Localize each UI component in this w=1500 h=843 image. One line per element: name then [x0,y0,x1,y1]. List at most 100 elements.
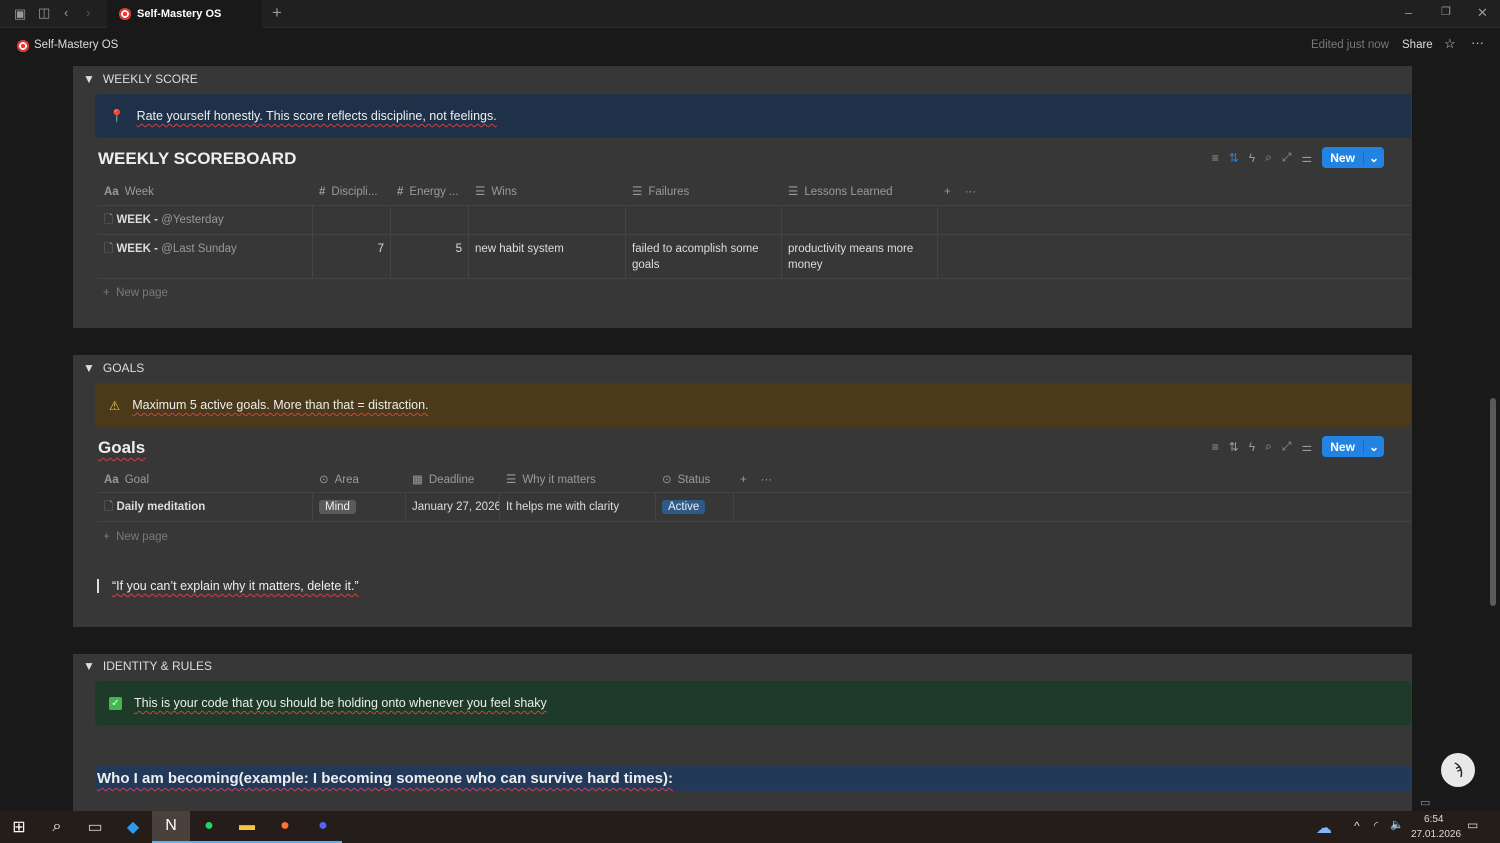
filter-icon[interactable]: ≡ [1212,440,1219,454]
scrollbar[interactable] [1490,398,1496,606]
notifications-icon[interactable]: ▭ [1467,818,1478,832]
discord-icon[interactable]: ● [304,811,342,843]
more-icon[interactable]: ··· [965,184,977,200]
col-failures[interactable]: ☰ Failures [626,178,782,205]
weekly-score-section: ▼ WEEKLY SCORE 📍 Rate yourself honestly. T… [73,66,1412,328]
sort-icon[interactable]: ⇅ [1229,151,1239,165]
chevron-down-icon[interactable]: ⌄ [1362,150,1384,165]
wifi-icon[interactable]: ◜ [1374,819,1378,832]
clock-date[interactable]: 27.01.2026 [1411,829,1461,840]
sort-icon[interactable]: ⇅ [1229,440,1239,454]
table-row[interactable]: 🗋 WEEK - @Last Sunday 7 5 new habit syst… [98,235,1411,279]
col-why[interactable]: ☰ Why it matters [500,467,656,492]
more-icon[interactable]: ··· [761,472,773,488]
new-page-button[interactable]: + New page [103,287,168,299]
page-doc-icon: 🗋 [104,501,117,513]
status-badge[interactable]: Active [662,500,706,514]
weekly-toggle[interactable]: ▼ WEEKLY SCORE [83,72,198,86]
search-icon[interactable]: ⌕ [38,811,76,843]
new-button[interactable]: New ⌄ [1322,147,1384,168]
favorite-star-icon[interactable]: ☆ [1444,36,1456,52]
more-options-icon[interactable]: ··· [1471,35,1484,50]
sidebar-toggle-icon[interactable]: ◫ [38,5,50,21]
page-topbar: Self-Mastery OS Edited just now Share ☆ … [0,28,1500,64]
page-doc-icon: 🗋 [104,214,117,226]
notion-icon[interactable]: ▣ [14,6,26,22]
settings-sliders-icon[interactable]: ⚌ [1301,151,1312,165]
text-prop-icon: ☰ [475,185,486,198]
automation-icon[interactable]: ϟ [1249,151,1255,165]
file-explorer-icon[interactable]: ▬ [228,811,266,843]
table-header: Aa Goal ⊙ Area ▦ Deadline ☰ Why it matters ⊙… [98,467,1411,493]
identity-section: ▼ IDENTITY & RULES ✓ This is your code tha… [73,654,1412,811]
col-week[interactable]: Aa Week [98,178,313,205]
text-prop-icon: ☰ [788,185,799,198]
title-prop-icon: Aa [104,185,119,198]
tray-chevron-icon[interactable]: ^ [1354,819,1360,833]
automation-icon[interactable]: ϟ [1249,440,1255,454]
target-icon [119,8,131,20]
expand-icon[interactable]: ⤢ [1282,439,1292,454]
tab-self-mastery[interactable]: Self-Mastery OS [107,0,262,28]
comment-icon[interactable]: ▭ [1420,796,1430,809]
area-tag[interactable]: Mind [319,500,356,514]
add-property-icon[interactable]: + [944,184,951,200]
table-row[interactable]: 🗋 Daily meditation Mind January 27, 2026… [98,493,1411,522]
check-mark-icon: ✓ [109,696,122,710]
goals-toggle[interactable]: ▼ GOALS [83,361,144,375]
browser-tab-bar: ▣ ◫ ‹ › Self-Mastery OS + – ❐ ✕ [0,0,1500,28]
minimize-button[interactable]: – [1405,5,1412,20]
vscode-icon[interactable]: ◆ [114,811,152,843]
db-title: WEEKLY SCOREBOARD [98,149,297,168]
toggle-triangle-icon: ▼ [83,361,95,375]
text-prop-icon: ☰ [506,473,517,486]
col-energy[interactable]: # Energy ... [391,178,469,205]
breadcrumb[interactable]: Self-Mastery OS [34,39,118,51]
volume-icon[interactable]: 🔈 [1390,818,1404,831]
col-discipline[interactable]: # Discipli... [313,178,391,205]
chevron-down-icon[interactable]: ⌄ [1362,439,1384,454]
toggle-triangle-icon: ▼ [83,72,95,86]
warning-icon: ⚠ [109,398,121,413]
table-row[interactable]: 🗋 WEEK - @Yesterday [98,206,1411,235]
spotify-icon[interactable]: ● [190,811,228,843]
add-property-icon[interactable]: + [740,472,747,488]
col-lessons[interactable]: ☰ Lessons Learned [782,178,938,205]
notion-taskbar-icon[interactable]: N [152,811,190,843]
number-prop-icon: # [319,185,326,198]
clock-time[interactable]: 6:54 [1424,814,1443,825]
pushpin-icon: 📍 [109,108,125,123]
ai-assistant-button[interactable]: ϡ [1441,753,1475,787]
identity-toggle[interactable]: ▼ IDENTITY & RULES [83,659,212,673]
search-icon[interactable]: ⌕ [1265,150,1272,165]
edited-status: Edited just now [1311,39,1389,51]
windows-start-icon[interactable]: ⊞ [0,811,38,843]
new-button[interactable]: New ⌄ [1322,436,1384,457]
col-goal[interactable]: Aa Goal [98,467,313,492]
terminal-icon[interactable]: ▭ [76,811,114,843]
back-icon[interactable]: ‹ [64,5,68,20]
identity-heading[interactable]: Who I am becoming(example: I becoming so… [95,766,1411,791]
title-prop-icon: Aa [104,473,119,486]
select-prop-icon: ⊙ [319,473,329,486]
forward-icon[interactable]: › [86,5,90,20]
share-button[interactable]: Share [1402,39,1433,51]
col-deadline[interactable]: ▦ Deadline [406,467,500,492]
col-status[interactable]: ⊙ Status [656,467,734,492]
new-page-button[interactable]: + New page [103,531,168,543]
firefox-icon[interactable]: ● [266,811,304,843]
filter-icon[interactable]: ≡ [1212,151,1219,165]
restore-button[interactable]: ❐ [1441,5,1451,18]
onedrive-cloud-icon[interactable]: ☁ [1316,818,1332,838]
col-wins[interactable]: ☰ Wins [469,178,626,205]
page-doc-icon: 🗋 [104,243,117,255]
col-area[interactable]: ⊙ Area [313,467,406,492]
close-button[interactable]: ✕ [1477,5,1488,21]
goals-callout: ⚠ Maximum 5 active goals. More than that … [95,383,1411,427]
plus-icon: + [103,531,117,543]
expand-icon[interactable]: ⤢ [1282,150,1292,165]
new-tab-button[interactable]: + [272,3,282,23]
settings-sliders-icon[interactable]: ⚌ [1301,440,1312,454]
search-icon[interactable]: ⌕ [1265,439,1272,454]
text-prop-icon: ☰ [632,185,643,198]
